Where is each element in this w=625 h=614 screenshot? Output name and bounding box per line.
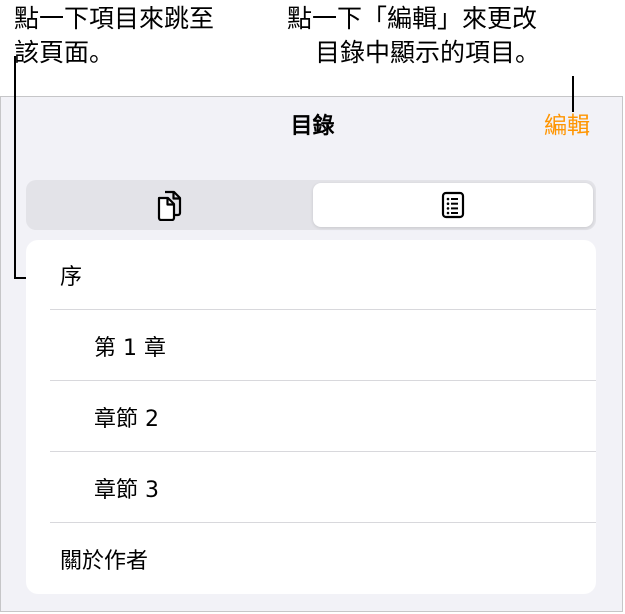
callout-right-line1: 點一下「編輯」來更改	[287, 4, 538, 33]
divider	[50, 522, 596, 523]
toc-item-chapter-1[interactable]: 第 1 章	[26, 311, 596, 381]
toc-item-section-2[interactable]: 章節 2	[26, 382, 596, 452]
callout-left-line2: 該頁面。	[14, 38, 115, 67]
toc-item-label: 序	[60, 265, 83, 290]
toc-item-about-author[interactable]: 關於作者	[26, 524, 596, 594]
callout-right-leader-vertical	[572, 76, 574, 112]
segment-page-thumbnails[interactable]	[29, 183, 309, 227]
divider	[50, 380, 596, 381]
table-of-contents-icon	[441, 191, 465, 219]
toc-item-label: 關於作者	[60, 549, 149, 574]
edit-button[interactable]: 編輯	[544, 111, 590, 141]
divider	[50, 451, 596, 452]
page-thumbnails-icon	[154, 189, 184, 221]
toc-item-label: 章節 3	[94, 478, 159, 503]
callout-jump-to-page: 點一下項目來跳至 該頁面。	[14, 2, 214, 70]
page-title: 目錄	[290, 114, 335, 139]
divider	[50, 309, 596, 310]
toc-item-label: 第 1 章	[94, 336, 166, 361]
callout-right-line2: 目錄中顯示的項目。	[315, 38, 541, 67]
toc-list: 序 第 1 章 章節 2 章節 3 關於作者	[26, 240, 596, 594]
toc-item-preface[interactable]: 序	[26, 240, 596, 310]
toc-item-section-3[interactable]: 章節 3	[26, 453, 596, 523]
callout-edit-items: 點一下「編輯」來更改 目錄中顯示的項目。	[287, 2, 540, 70]
view-segmented-control	[26, 180, 596, 230]
segment-table-of-contents[interactable]	[313, 183, 593, 227]
toc-item-label: 章節 2	[94, 407, 159, 432]
callout-left-line1: 點一下項目來跳至	[14, 4, 215, 33]
callout-left-leader-vertical	[14, 56, 16, 278]
